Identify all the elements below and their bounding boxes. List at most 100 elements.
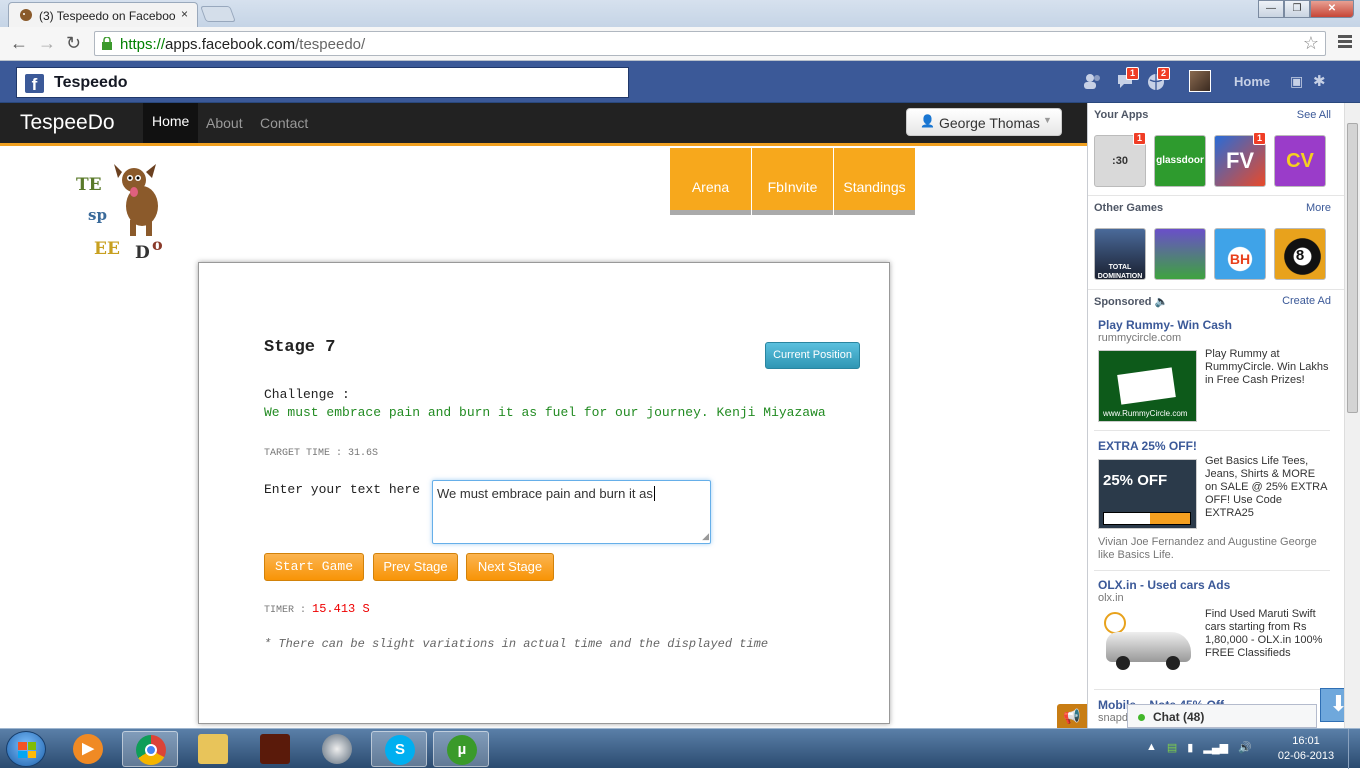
volume-icon[interactable]: 🔊 xyxy=(1238,741,1252,754)
taskbar-utorrent[interactable]: µ xyxy=(433,731,489,767)
ad-title[interactable]: OLX.in - Used cars Ads xyxy=(1098,578,1230,592)
taskbar-chrome[interactable] xyxy=(122,731,178,767)
cityville-app-icon[interactable]: CV xyxy=(1274,135,1326,187)
maximize-button[interactable]: ❐ xyxy=(1284,0,1310,18)
tile-arena[interactable]: Arena xyxy=(670,148,751,215)
address-bar[interactable]: https://apps.facebook.com/tespeedo/ ☆ xyxy=(94,31,1326,56)
divider xyxy=(1088,195,1344,196)
browser-toolbar: ← → ↻ https://apps.facebook.com/tespeedo… xyxy=(0,27,1360,61)
taskbar-skype[interactable]: S xyxy=(371,731,427,767)
olx-car-ad-image[interactable] xyxy=(1098,610,1197,676)
minimize-button[interactable]: — xyxy=(1258,0,1284,18)
chrome-icon xyxy=(136,735,166,765)
more-games-link[interactable]: More xyxy=(1306,202,1331,214)
megaphone-icon[interactable]: 📢 xyxy=(1057,704,1087,728)
ad-title[interactable]: Play Rummy- Win Cash xyxy=(1098,318,1232,332)
8-ball-pool-game-icon[interactable]: 8 xyxy=(1274,228,1326,280)
enter-text-label: Enter your text here xyxy=(264,482,421,497)
battery-icon[interactable]: ▮ xyxy=(1187,741,1193,754)
windows-flag-icon xyxy=(18,742,36,758)
bh-game-icon[interactable]: BH xyxy=(1214,228,1266,280)
nav-contact[interactable]: Contact xyxy=(260,115,308,131)
your-apps-heading: Your Apps xyxy=(1094,109,1149,121)
ad-domain[interactable]: rummycircle.com xyxy=(1098,332,1181,344)
network-icon[interactable]: ▂▄▆ xyxy=(1203,741,1228,754)
timing-note: * There can be slight variations in actu… xyxy=(264,637,769,651)
resize-grip-icon[interactable]: ◢ xyxy=(702,531,709,542)
back-button[interactable]: ← xyxy=(10,33,28,54)
messages-icon[interactable]: 1 xyxy=(1116,67,1140,89)
reload-button[interactable]: ↻ xyxy=(66,33,81,54)
facebook-home-link[interactable]: Home xyxy=(1234,74,1270,89)
game-panel: Stage 7 Current Position Challenge : We … xyxy=(198,262,890,724)
privacy-lock-icon[interactable]: ▣ xyxy=(1290,73,1303,90)
scrollbar-thumb[interactable] xyxy=(1347,123,1358,413)
bookmark-star-icon[interactable]: ☆ xyxy=(1303,33,1319,54)
system-clock[interactable]: 16:01 02-06-2013 xyxy=(1276,734,1336,764)
stopwatch-app-icon[interactable]: :30 1 xyxy=(1094,132,1147,187)
friend-requests-icon[interactable] xyxy=(1083,73,1101,89)
glassdoor-app-icon[interactable]: glassdoor xyxy=(1154,135,1206,187)
app-navbar: TespeeDo Home About Contact 👤 George Tho… xyxy=(0,103,1087,146)
see-all-link[interactable]: See All xyxy=(1297,109,1331,121)
folder-icon xyxy=(198,734,228,764)
total-domination-game-icon[interactable]: TOTAL DOMINATION xyxy=(1094,228,1146,280)
start-button[interactable] xyxy=(6,731,46,767)
notifications-badge: 2 xyxy=(1157,67,1171,80)
facebook-logo-icon[interactable]: f xyxy=(25,74,44,94)
ad-social-context: Vivian Joe Fernandez and Augustine Georg… xyxy=(1098,536,1317,561)
taskbar-explorer[interactable] xyxy=(185,731,241,767)
chat-label: Chat (48) xyxy=(1153,710,1205,724)
new-tab-button[interactable] xyxy=(200,6,236,22)
window-controls: — ❐ ✕ xyxy=(1258,0,1354,18)
close-window-button[interactable]: ✕ xyxy=(1310,0,1354,18)
nav-about[interactable]: About xyxy=(206,115,243,131)
forward-button[interactable]: → xyxy=(38,33,56,54)
tab-close-icon[interactable]: × xyxy=(181,7,188,21)
facebook-search-input[interactable]: f Tespeedo xyxy=(16,67,629,98)
browser-menu-icon[interactable] xyxy=(1338,35,1352,50)
farmville-app-icon[interactable]: FV 1 xyxy=(1214,132,1267,187)
browser-tab[interactable]: (3) Tespeedo on Faceboo × xyxy=(8,2,198,27)
current-position-button[interactable]: Current Position xyxy=(765,342,860,369)
chat-bar[interactable]: Chat (48) xyxy=(1127,704,1317,728)
tile-standings[interactable]: Standings xyxy=(834,148,915,215)
ad-domain[interactable]: olx.in xyxy=(1098,592,1124,604)
start-game-button[interactable]: Start Game xyxy=(264,553,364,581)
fairy-game-icon[interactable] xyxy=(1154,228,1206,280)
tespeedo-logo[interactable] xyxy=(70,158,180,263)
page-scrollbar[interactable] xyxy=(1344,103,1360,728)
divider xyxy=(1094,430,1330,431)
media-player-icon: ▶ xyxy=(73,734,103,764)
show-desktop-button[interactable] xyxy=(1348,729,1360,769)
notifications-globe-icon[interactable]: 2 xyxy=(1147,67,1171,90)
windows-taskbar: ▶ S µ ▲ ▤ ▮ ▂▄▆ 🔊 16:01 02-06-2013 xyxy=(0,728,1360,769)
challenge-text: We must embrace pain and burn it as fuel… xyxy=(264,405,826,420)
next-stage-button[interactable]: Next Stage xyxy=(466,553,554,581)
taskbar-media-player[interactable]: ▶ xyxy=(60,731,116,767)
divider xyxy=(1088,289,1344,290)
tray-app-icon[interactable]: ▤ xyxy=(1167,741,1177,754)
app-brand[interactable]: TespeeDo xyxy=(20,111,115,135)
user-dropdown-button[interactable]: 👤 George Thomas ▼ xyxy=(906,108,1062,136)
sponsored-heading: Sponsored 🔈 xyxy=(1094,296,1169,308)
nav-home[interactable]: Home xyxy=(143,103,199,143)
rummy-ad-image[interactable]: www.RummyCircle.com xyxy=(1098,350,1197,422)
basics-ad-image[interactable]: 25% OFF xyxy=(1098,459,1197,529)
timer-value: 15.413 S xyxy=(312,602,370,616)
taskbar-app[interactable] xyxy=(309,731,365,767)
globe-app-icon xyxy=(322,734,352,764)
taskbar-game[interactable] xyxy=(247,731,303,767)
megaphone-icon: 🔈 xyxy=(1154,296,1169,308)
show-hidden-icons[interactable]: ▲ xyxy=(1146,741,1157,754)
create-ad-link[interactable]: Create Ad xyxy=(1282,295,1331,307)
profile-avatar[interactable] xyxy=(1189,70,1211,92)
ad-title[interactable]: EXTRA 25% OFF! xyxy=(1098,439,1197,453)
settings-gear-icon[interactable]: ✱ xyxy=(1313,72,1326,90)
your-apps-row: :30 1 glassdoor FV 1 CV xyxy=(1094,132,1334,187)
tile-fbinvite[interactable]: FbInvite xyxy=(752,148,833,215)
tespeedo-favicon-icon xyxy=(20,9,32,21)
typing-textarea[interactable]: We must embrace pain and burn it as ◢ xyxy=(432,480,711,544)
app-tiles: Arena FbInvite Standings xyxy=(670,148,916,215)
prev-stage-button[interactable]: Prev Stage xyxy=(373,553,458,581)
